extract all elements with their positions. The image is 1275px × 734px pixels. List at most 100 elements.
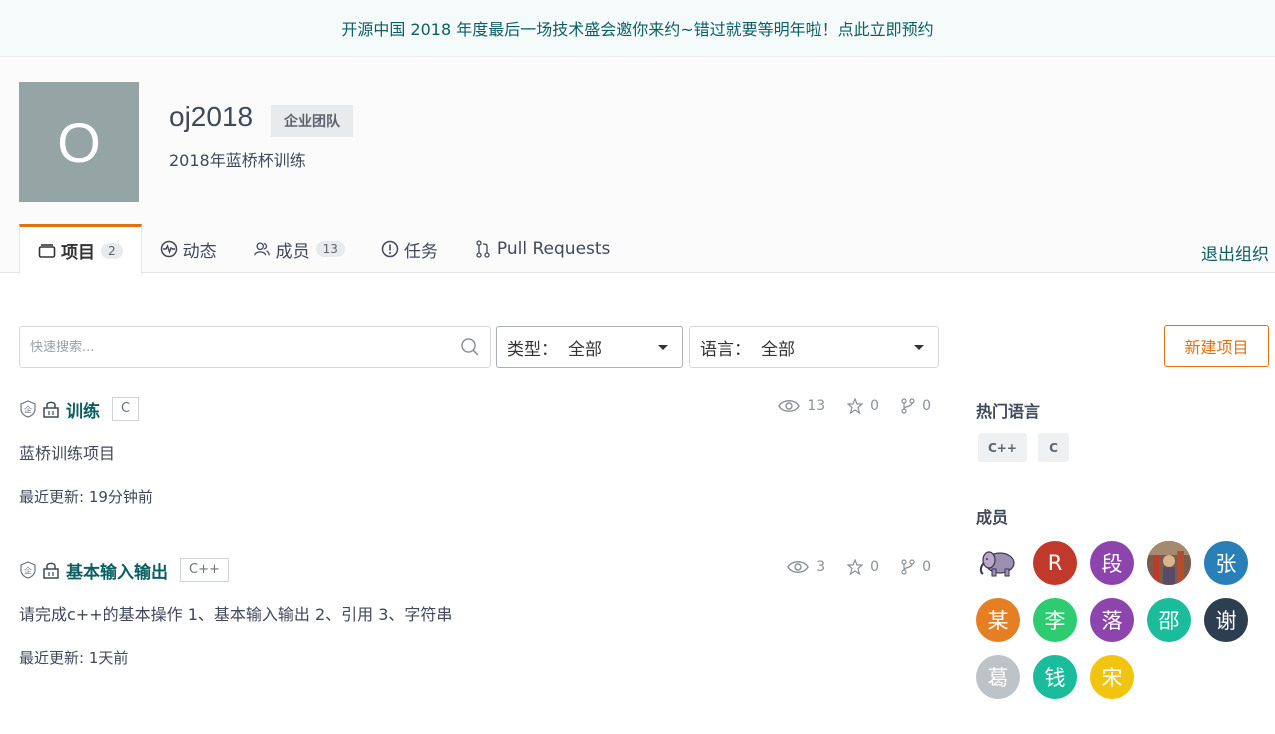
new-project-button[interactable]: 新建项目 [1164,325,1269,367]
tab-pull-requests-label: Pull Requests [496,239,611,259]
star-count: 0 [870,559,880,575]
member-avatar[interactable]: 葛 [976,655,1020,699]
org-type-badge: 企业团队 [271,105,353,137]
project-search [19,326,491,368]
tab-issues-label: 任务 [403,241,438,262]
member-avatar-initial: 李 [1044,609,1066,633]
pull-request-icon [474,240,492,258]
project-item: 企 训练 C 13 0 0 蓝桥训练项目 最近更新: 19分钟前 [19,395,939,507]
tab-projects-count: 2 [101,242,123,259]
project-description: 蓝桥训练项目 [19,444,116,463]
member-avatar-initial: R [1047,551,1063,575]
elephant-avatar[interactable] [976,541,1020,585]
tab-projects[interactable]: 项目 2 [19,224,142,275]
tab-projects-label: 项目 [61,243,95,263]
type-filter-value: 全部 [568,339,602,360]
enterprise-icon: 企 [19,400,37,418]
lock-icon [42,561,60,579]
tab-activity[interactable]: 动态 [142,224,235,274]
member-avatar[interactable]: 宋 [1090,655,1134,699]
fork-count: 0 [922,398,931,414]
project-language-tag[interactable]: C [112,397,140,421]
fork-stat[interactable]: 0 [901,559,931,575]
hot-language-chip[interactable]: C [1038,433,1069,462]
member-avatar[interactable]: 张 [1204,541,1248,585]
tab-issues[interactable]: 任务 [363,224,456,274]
fork-count: 0 [922,559,931,575]
member-avatar[interactable]: R [1033,541,1077,585]
member-avatar-initial: 落 [1101,609,1123,633]
member-avatar[interactable]: 段 [1090,541,1134,585]
project-name-link[interactable]: 基本输入输出 [66,558,168,583]
eye-icon [787,561,810,573]
member-avatar[interactable]: 李 [1033,598,1077,642]
watch-stat[interactable]: 13 [778,398,825,414]
repo-icon [38,242,56,260]
project-item: 企 基本输入输出 C++ 3 0 0 请完成c++的基本操作 1、基本输入输出 … [19,556,939,668]
member-avatar-initial: 钱 [1044,666,1066,690]
svg-text:企: 企 [24,566,32,576]
star-icon [847,398,864,414]
chevron-down-icon [658,345,668,350]
elephant-avatar-icon [979,551,1015,577]
org-tabs: 项目 2 动态 成员 13 任务 Pull Requests [19,224,629,275]
members-icon [253,240,271,258]
watch-stat[interactable]: 3 [787,559,825,575]
hot-languages-title: 热门语言 [976,402,1041,421]
type-filter-select[interactable]: 类型： 全部 [496,326,683,368]
member-avatar[interactable]: 谢 [1204,598,1248,642]
project-description: 请完成c++的基本操作 1、基本输入输出 2、引用 3、字符串 [19,605,453,624]
activity-icon [160,240,178,258]
org-name: oj2018 [169,101,254,132]
issue-icon [381,240,399,258]
fork-icon [901,398,915,414]
promo-banner: 开源中国 2018 年度最后一场技术盛会邀你来约~错过就要等明年啦！点此立即预约 [0,0,1275,57]
project-updated-time: 最近更新: 1天前 [19,649,129,667]
language-filter-label: 语言： [700,339,751,360]
project-stats: 3 0 0 [765,559,931,575]
member-avatar[interactable]: 邵 [1147,598,1191,642]
chevron-down-icon [914,345,924,350]
org-avatar: O [19,82,139,202]
org-description: 2018年蓝桥杯训练 [169,151,306,170]
photo-avatar-icon [1147,541,1191,585]
leave-org-link[interactable]: 退出组织 [1201,240,1269,265]
search-icon[interactable] [460,337,480,357]
language-filter-select[interactable]: 语言： 全部 [689,326,939,368]
tab-members-label: 成员 [275,241,310,262]
enterprise-icon: 企 [19,561,37,579]
tab-activity-label: 动态 [182,241,217,262]
tab-members-count: 13 [315,241,345,257]
fork-stat[interactable]: 0 [901,398,931,414]
project-stats: 13 0 0 [756,398,931,414]
fork-icon [901,559,915,575]
eye-icon [778,400,801,412]
promo-banner-link[interactable]: 开源中国 2018 年度最后一场技术盛会邀你来约~错过就要等明年啦！点此立即预约 [341,16,933,40]
members-title: 成员 [976,508,1009,527]
member-avatar-initial: 张 [1215,552,1237,576]
watch-count: 13 [807,398,826,414]
org-header: O oj2018 企业团队 2018年蓝桥杯训练 项目 2 动态 成员 13 任… [0,57,1275,275]
member-avatar[interactable]: 落 [1090,598,1134,642]
language-filter-value: 全部 [761,339,795,360]
project-updated-time: 最近更新: 19分钟前 [19,488,153,506]
photo-avatar[interactable] [1147,541,1191,585]
star-count: 0 [870,398,880,414]
member-avatar[interactable]: 钱 [1033,655,1077,699]
star-stat[interactable]: 0 [847,559,879,575]
search-input[interactable] [30,339,460,355]
hot-language-chip[interactable]: C++ [978,433,1027,462]
star-stat[interactable]: 0 [847,398,879,414]
star-icon [847,559,864,575]
project-name-link[interactable]: 训练 [66,397,100,422]
member-avatar-initial: 某 [987,609,1009,633]
tab-members[interactable]: 成员 13 [235,224,363,274]
watch-count: 3 [816,559,826,575]
lock-icon [42,400,60,418]
svg-text:企: 企 [24,405,32,415]
member-avatar-initial: 邵 [1158,609,1180,633]
member-avatar-initial: 谢 [1215,609,1237,633]
tab-pull-requests[interactable]: Pull Requests [456,224,629,274]
project-language-tag[interactable]: C++ [180,558,229,582]
member-avatar[interactable]: 某 [976,598,1020,642]
